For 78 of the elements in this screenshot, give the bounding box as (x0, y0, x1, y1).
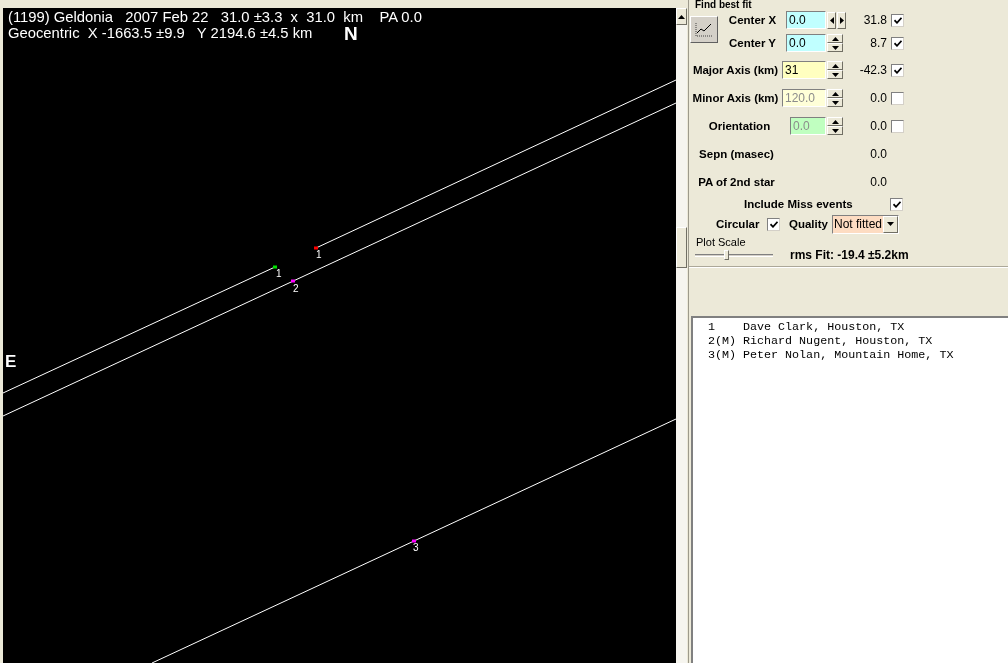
right-arrow-icon (839, 16, 844, 24)
plot-header-text: Geocentric X -1663.5 ±9.9 Y 2194.6 ±4.5 km (8, 25, 313, 41)
up-arrow-icon (831, 36, 839, 41)
checkbox[interactable] (767, 217, 780, 231)
event-label: 2 (293, 284, 299, 294)
event-label: 1 (316, 250, 322, 260)
parameter-label: Orientation (708, 119, 771, 133)
spin-up-button[interactable] (827, 61, 843, 70)
quality-label: Quality (789, 217, 829, 231)
checkmark-icon (769, 220, 778, 228)
slider-label: Plot Scale (695, 236, 747, 248)
down-arrow-icon (831, 45, 839, 50)
spin-up-button[interactable] (827, 117, 843, 126)
north-label: N (344, 24, 358, 44)
observer-name[interactable]: Richard Nugent, Houston, TX (743, 334, 933, 348)
parameter-label: Minor Axis (km) (692, 91, 779, 105)
spin-down-button[interactable] (827, 126, 843, 135)
observer-list[interactable]: 1 Dave Clark, Houston, TX 2(M) Richard Nugent, Houston, TX 3(M) Peter Nolan, Mountain Home, TX (691, 316, 1008, 663)
parameter-label: Center X (728, 13, 777, 27)
spin-up-button[interactable] (827, 34, 843, 43)
number-field[interactable]: 0.0 (786, 34, 826, 52)
readout-value: 0.0 (870, 175, 887, 189)
dropdown-button[interactable] (883, 215, 898, 233)
rms-fit-text: rms Fit: -19.4 ±5.2km (790, 248, 909, 262)
scrollbar-thumb[interactable] (676, 227, 687, 268)
checkbox-label: Circular (716, 217, 760, 231)
checkmark-icon (893, 39, 902, 47)
best-fit-button[interactable] (690, 16, 718, 43)
event-label: 1 (276, 269, 282, 279)
quality-dropdown[interactable]: Not fitted (832, 214, 899, 234)
chart-icon (695, 22, 713, 37)
left-arrow-icon (829, 16, 834, 24)
scroll-up-button[interactable] (676, 8, 687, 25)
checkbox[interactable] (890, 197, 903, 211)
parameter-label: Major Axis (km) (692, 63, 779, 77)
down-arrow-icon (831, 72, 839, 77)
up-arrow-icon (831, 63, 839, 68)
readout-value: 0.0 (870, 147, 887, 161)
result-value: 8.7 (870, 36, 887, 50)
checkmark-icon (892, 200, 901, 208)
result-value: -42.3 (859, 63, 887, 77)
observer-number: 2(M) (708, 334, 738, 348)
parameter-label: Center Y (728, 36, 777, 50)
checkmark-icon (893, 16, 902, 24)
spin-up-button[interactable] (827, 89, 843, 98)
readout-label: Sepn (masec) (699, 147, 774, 161)
number-field[interactable]: 31 (782, 61, 826, 79)
checkbox[interactable] (891, 63, 904, 77)
plot-header-text: (1199) Geldonia 2007 Feb 22 31.0 ±3.3 x 31.0 km PA 0.0 (8, 9, 422, 25)
checkbox[interactable] (891, 13, 904, 27)
observer-number: 1 (708, 320, 716, 334)
observer-number: 3(M) (708, 348, 738, 362)
result-value: 31.8 (863, 13, 887, 27)
observer-name[interactable]: Peter Nolan, Mountain Home, TX (743, 348, 954, 362)
spin-left-button[interactable] (827, 11, 836, 29)
spin-right-button[interactable] (837, 11, 846, 29)
spin-down-button[interactable] (827, 98, 843, 107)
spin-down-button[interactable] (827, 70, 843, 79)
result-value: 0.0 (870, 91, 887, 105)
checkbox-label: Include Miss events (744, 197, 854, 211)
checkmark-icon (893, 66, 902, 74)
east-label: E (5, 353, 17, 371)
spin-down-button[interactable] (827, 43, 843, 52)
down-arrow-icon (831, 128, 839, 133)
down-arrow-icon (831, 100, 839, 105)
event-label: 3 (413, 543, 419, 553)
up-arrow-icon (678, 14, 685, 19)
result-value: 0.0 (870, 119, 887, 133)
observer-name[interactable]: Dave Clark, Houston, TX (743, 320, 905, 334)
checkbox[interactable] (891, 36, 904, 50)
number-field[interactable]: 0.0 (786, 11, 826, 29)
up-arrow-icon (831, 91, 839, 96)
scrollbar-track[interactable] (676, 8, 687, 663)
up-arrow-icon (831, 119, 839, 124)
section-title: Find best fit (694, 0, 753, 10)
slider-thumb[interactable] (724, 250, 730, 260)
down-arrow-icon (887, 222, 894, 226)
readout-label: PA of 2nd star (698, 175, 775, 189)
